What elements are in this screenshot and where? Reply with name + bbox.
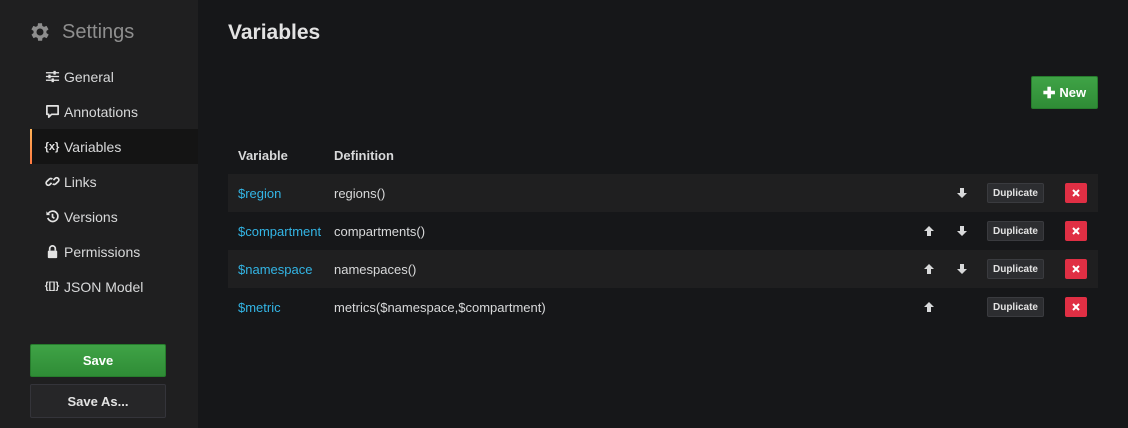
sidebar-item-label: Links (64, 173, 97, 190)
close-icon (1072, 227, 1080, 235)
settings-nav: General Annotations {x} Variables Links … (30, 59, 198, 304)
duplicate-button[interactable]: Duplicate (987, 183, 1044, 203)
variable-definition: regions() (334, 185, 386, 201)
delete-button[interactable] (1065, 297, 1087, 317)
save-as-button[interactable]: Save As... (30, 384, 166, 418)
close-icon (1072, 189, 1080, 197)
sidebar-item-annotations[interactable]: Annotations (30, 94, 198, 129)
variable-name-link[interactable]: $metric (228, 300, 334, 315)
duplicate-button[interactable]: Duplicate (987, 297, 1044, 317)
sidebar-item-versions[interactable]: Versions (30, 199, 198, 234)
variable-definition: metrics($namespace,$compartment) (334, 299, 546, 315)
duplicate-button[interactable]: Duplicate (987, 259, 1044, 279)
sidebar-item-label: Variables (64, 138, 122, 155)
table-row: $region regions() Duplicate (228, 174, 1098, 212)
sidebar-item-label: Permissions (64, 243, 141, 260)
settings-title: Settings (62, 20, 135, 43)
table-row: $compartment compartments() Duplicate (228, 212, 1098, 250)
sidebar-item-permissions[interactable]: Permissions (30, 234, 198, 269)
new-button-label: New (1059, 85, 1087, 100)
table-row: $metric metrics($namespace,$compartment)… (228, 288, 1098, 326)
delete-button[interactable] (1065, 221, 1087, 241)
arrow-down-icon[interactable] (955, 262, 969, 276)
comment-icon (44, 104, 60, 120)
variable-definition: namespaces() (334, 261, 417, 277)
page-title: Variables (228, 21, 321, 44)
link-icon (44, 174, 60, 190)
close-icon (1072, 265, 1080, 273)
arrow-down-icon[interactable] (955, 224, 969, 238)
variables-table: Variable Definition $region regions() Du… (228, 137, 1098, 326)
sidebar-item-general[interactable]: General (30, 59, 198, 94)
arrow-up-icon[interactable] (922, 300, 936, 314)
sidebar-item-links[interactable]: Links (30, 164, 198, 199)
close-icon (1072, 303, 1080, 311)
settings-header: Settings (28, 18, 134, 46)
sidebar-item-label: General (64, 68, 114, 85)
variable-name-link[interactable]: $compartment (228, 224, 334, 239)
sidebar-item-label: JSON Model (64, 278, 144, 295)
variable-definition: compartments() (334, 223, 426, 239)
arrow-up-icon[interactable] (922, 224, 936, 238)
table-row: $namespace namespaces() Duplicate (228, 250, 1098, 288)
arrow-up-icon[interactable] (922, 262, 936, 276)
sliders-icon (44, 69, 60, 85)
variable-icon: {x} (44, 140, 60, 153)
settings-sidebar: Settings General Annotations {x} Variabl… (0, 0, 198, 428)
save-button[interactable]: Save (30, 344, 166, 377)
header-variable: Variable (238, 148, 288, 163)
sidebar-item-json-model[interactable]: {[]} JSON Model (30, 269, 198, 304)
header-definition: Definition (334, 148, 394, 163)
table-header: Variable Definition (228, 137, 1098, 174)
variable-name-link[interactable]: $namespace (228, 262, 334, 277)
delete-button[interactable] (1065, 259, 1087, 279)
sidebar-item-label: Versions (64, 208, 118, 225)
variable-name-link[interactable]: $region (228, 186, 334, 201)
plus-icon: ✚ (1042, 84, 1056, 102)
lock-icon (44, 244, 60, 260)
history-icon (44, 209, 60, 225)
sidebar-item-variables[interactable]: {x} Variables (30, 129, 198, 164)
json-icon: {[]} (44, 281, 60, 292)
duplicate-button[interactable]: Duplicate (987, 221, 1044, 241)
delete-button[interactable] (1065, 183, 1087, 203)
sidebar-item-label: Annotations (64, 103, 138, 120)
new-variable-button[interactable]: ✚ New (1031, 76, 1098, 109)
gear-icon (31, 23, 49, 41)
arrow-down-icon[interactable] (955, 186, 969, 200)
